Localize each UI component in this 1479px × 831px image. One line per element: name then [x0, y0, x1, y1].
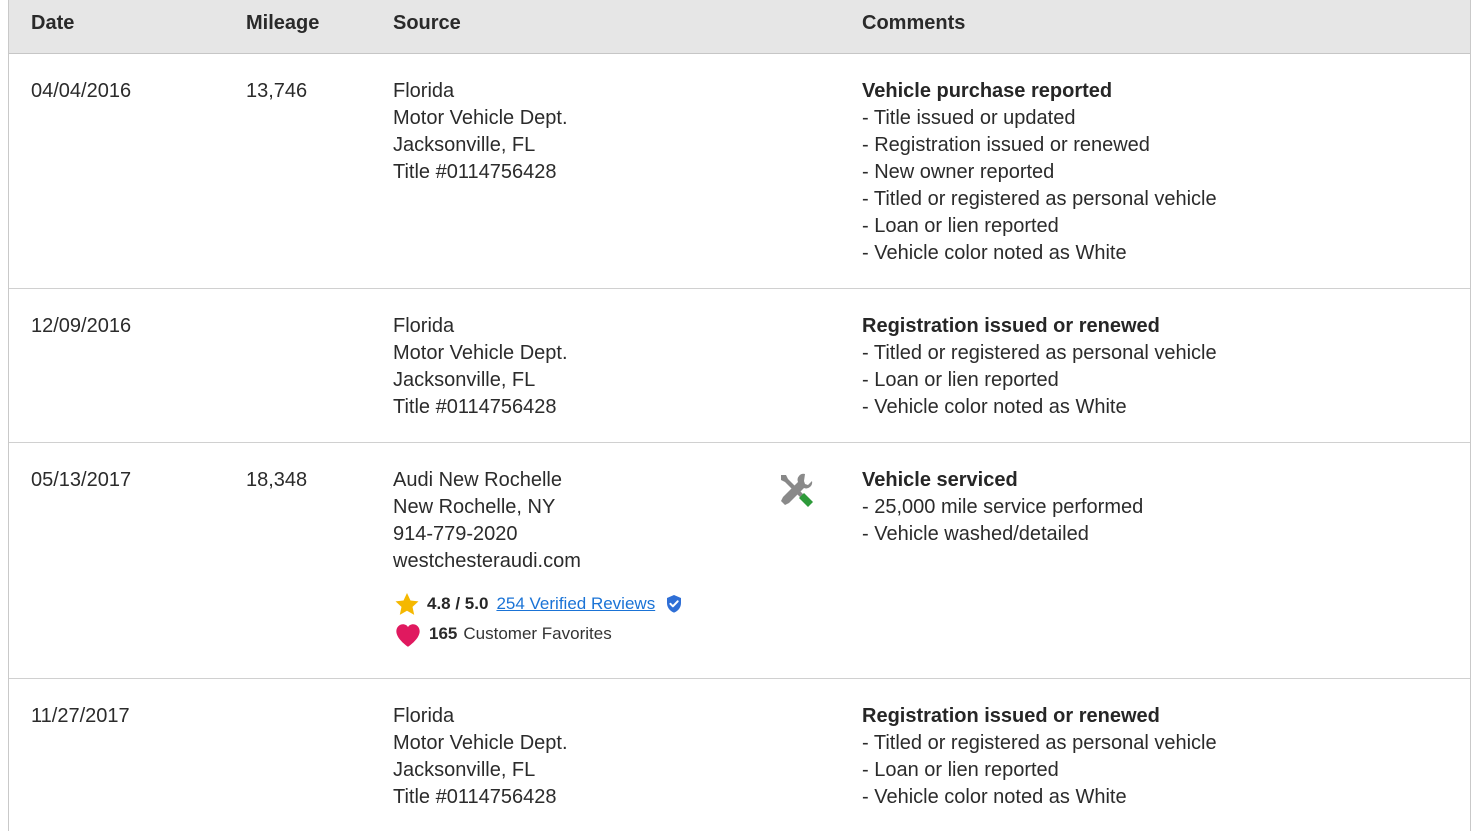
- header-date: Date: [31, 12, 75, 34]
- record-source: Florida Motor Vehicle Dept. Jacksonville…: [393, 703, 568, 811]
- vehicle-history-table: Date Mileage Source Comments 04/04/2016 …: [8, 0, 1471, 831]
- record-mileage: 13,746: [246, 80, 308, 102]
- service-tools-icon: [775, 471, 815, 519]
- dealer-rating: 4.8 / 5.0 254 Verified Reviews: [393, 589, 683, 619]
- record-comments: Vehicle purchase reported - Title issued…: [862, 78, 1217, 267]
- comment-item: - Title issued or updated: [862, 107, 1076, 129]
- dealer-name: Audi New Rochelle: [393, 469, 562, 491]
- record-source: Florida Motor Vehicle Dept. Jacksonville…: [393, 313, 568, 421]
- comment-title: Registration issued or renewed: [862, 705, 1160, 727]
- comment-item: - 25,000 mile service performed: [862, 496, 1144, 518]
- record-date: 05/13/2017: [31, 469, 132, 491]
- comment-title: Vehicle purchase reported: [862, 80, 1113, 102]
- table-row: 11/27/2017 Florida Motor Vehicle Dept. J…: [9, 679, 1470, 831]
- comment-item: - Registration issued or renewed: [862, 134, 1150, 156]
- header-comments: Comments: [862, 12, 966, 34]
- comment-item: - Loan or lien reported: [862, 759, 1059, 781]
- source-line: Florida: [393, 80, 455, 102]
- record-date: 11/27/2017: [31, 705, 130, 727]
- record-date: 12/09/2016: [31, 315, 132, 337]
- source-line: Florida: [393, 705, 455, 727]
- comment-item: - Titled or registered as personal vehic…: [862, 342, 1217, 364]
- dealer-favorites: 165 Customer Favorites: [393, 619, 683, 649]
- record-date: 04/04/2016: [31, 80, 132, 102]
- source-line: Florida: [393, 315, 455, 337]
- source-line: Motor Vehicle Dept.: [393, 732, 568, 754]
- verified-shield-icon: [665, 594, 683, 614]
- favorites-label: Customer Favorites: [463, 624, 612, 643]
- dealer-phone: 914-779-2020: [393, 523, 518, 545]
- comment-item: - Vehicle color noted as White: [862, 786, 1127, 808]
- source-line: Jacksonville, FL: [393, 369, 536, 391]
- comment-item: - Vehicle color noted as White: [862, 396, 1127, 418]
- record-source: Florida Motor Vehicle Dept. Jacksonville…: [393, 78, 568, 186]
- comment-item: - Vehicle color noted as White: [862, 242, 1127, 264]
- source-line: Jacksonville, FL: [393, 134, 536, 156]
- source-line: Title #0114756428: [393, 396, 557, 418]
- heart-icon: [393, 621, 423, 648]
- record-comments: Vehicle serviced - 25,000 mile service p…: [862, 467, 1143, 548]
- source-line: Title #0114756428: [393, 161, 557, 183]
- comment-item: - Loan or lien reported: [862, 215, 1059, 237]
- source-line: Jacksonville, FL: [393, 759, 536, 781]
- record-mileage: 18,348: [246, 469, 308, 491]
- comment-item: - Titled or registered as personal vehic…: [862, 732, 1217, 754]
- comment-item: - Titled or registered as personal vehic…: [862, 188, 1217, 210]
- source-line: Motor Vehicle Dept.: [393, 342, 568, 364]
- comment-item: - New owner reported: [862, 161, 1055, 183]
- comment-title: Registration issued or renewed: [862, 315, 1160, 337]
- source-line: Motor Vehicle Dept.: [393, 107, 568, 129]
- table-row: 04/04/2016 13,746 Florida Motor Vehicle …: [9, 54, 1470, 289]
- table-row: 05/13/2017 18,348 Audi New Rochelle New …: [9, 443, 1470, 679]
- dealer-website: westchesteraudi.com: [393, 550, 581, 572]
- record-comments: Registration issued or renewed - Titled …: [862, 703, 1217, 811]
- source-line: Title #0114756428: [393, 786, 557, 808]
- record-source: Audi New Rochelle New Rochelle, NY 914-7…: [393, 467, 683, 649]
- header-source: Source: [393, 12, 461, 34]
- dealer-location: New Rochelle, NY: [393, 496, 556, 518]
- record-comments: Registration issued or renewed - Titled …: [862, 313, 1217, 421]
- header-mileage: Mileage: [246, 12, 320, 34]
- table-header: Date Mileage Source Comments: [9, 0, 1470, 54]
- favorites-count: 165: [429, 624, 458, 643]
- star-icon: [393, 591, 421, 618]
- comment-item: - Vehicle washed/detailed: [862, 523, 1089, 545]
- comment-item: - Loan or lien reported: [862, 369, 1059, 391]
- dealer-meta: 4.8 / 5.0 254 Verified Reviews 165 Custo…: [393, 589, 683, 649]
- rating-value: 4.8 / 5.0: [427, 594, 489, 613]
- verified-reviews-link[interactable]: 254 Verified Reviews: [496, 593, 655, 615]
- comment-title: Vehicle serviced: [862, 469, 1018, 491]
- table-row: 12/09/2016 Florida Motor Vehicle Dept. J…: [9, 289, 1470, 443]
